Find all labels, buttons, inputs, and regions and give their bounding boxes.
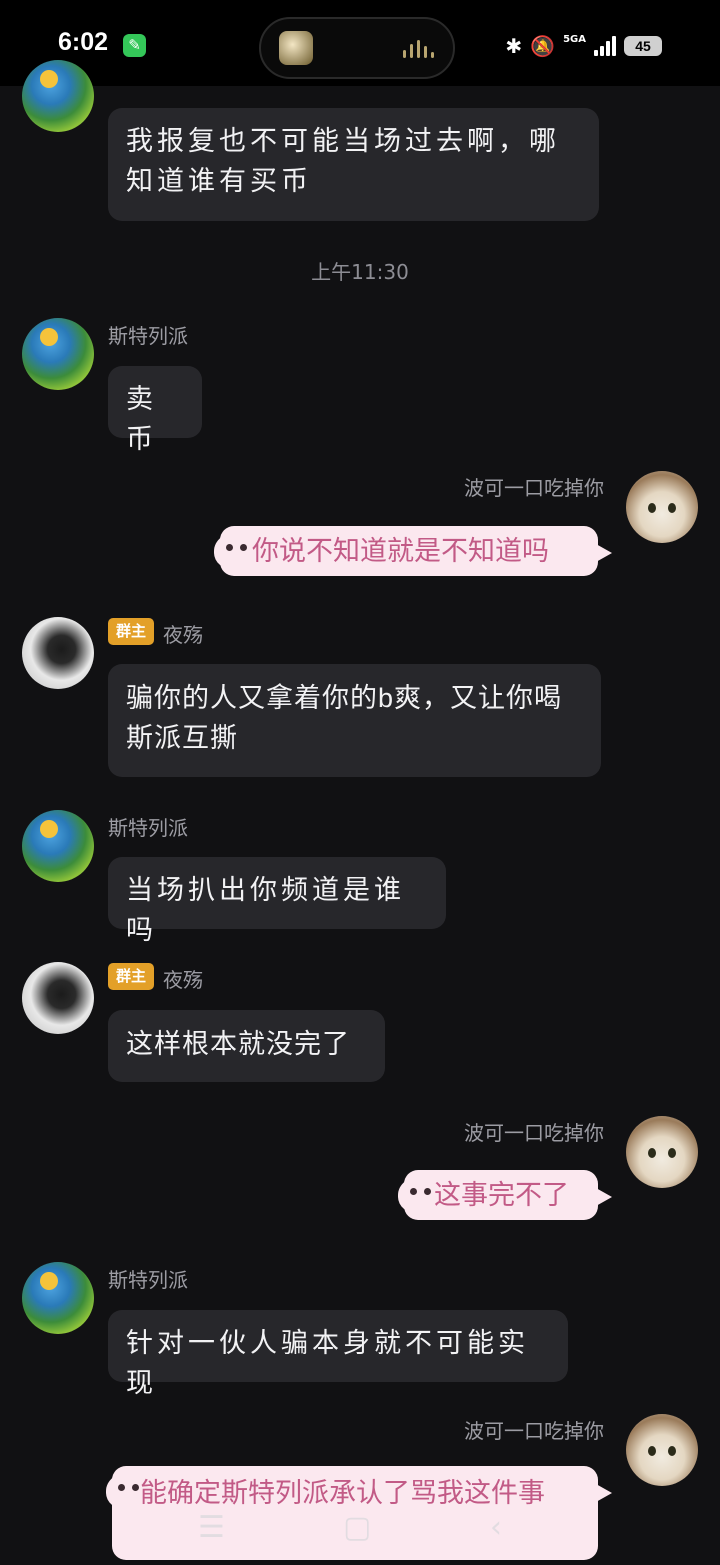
network-type: 5GA (563, 33, 586, 45)
message-bubble[interactable]: 这样根本就没完了 (108, 1010, 385, 1082)
signal-icon (594, 36, 616, 56)
timestamp: 上午11:30 (311, 260, 409, 284)
avatar[interactable] (22, 318, 94, 390)
sender-name: 斯特列派 (108, 816, 188, 840)
media-thumbnail (279, 31, 313, 65)
avatar[interactable] (22, 617, 94, 689)
sender-name: 波可一口吃掉你 (464, 1419, 604, 1443)
message-bubble[interactable]: 我报复也不可能当场过去啊，哪知道谁有买币 (108, 108, 599, 221)
message-bubble[interactable]: 当场扒出你频道是谁吗 (108, 857, 446, 946)
avatar[interactable] (22, 962, 94, 1034)
message-bubble[interactable]: 针对一伙人骗本身就不可能实现 (108, 1310, 568, 1399)
avatar[interactable] (626, 471, 698, 543)
wrench-app-icon: ✎ (123, 34, 146, 57)
sender-name: 夜殇 (163, 968, 203, 992)
clock: 6:02 (58, 28, 109, 56)
navigation-bar: ☰ ▢ ‹ (0, 1490, 720, 1565)
message-bubble[interactable]: 卖币 (108, 366, 202, 455)
avatar[interactable] (22, 60, 94, 132)
message-text: 你说不知道就是不知道吗 (252, 536, 549, 566)
battery-icon: 45 (624, 36, 662, 56)
message-bubble-self[interactable]: 你说不知道就是不知道吗 (214, 526, 612, 576)
avatar[interactable] (22, 810, 94, 882)
avatar[interactable] (22, 1262, 94, 1334)
message-bubble[interactable]: 骗你的人又拿着你的b爽，又让你喝斯派互撕 (108, 664, 601, 777)
sender-name: 斯特列派 (108, 324, 188, 348)
sender-name: 波可一口吃掉你 (464, 476, 604, 500)
owner-badge: 群主 (108, 618, 154, 645)
sender-name: 斯特列派 (108, 1268, 188, 1292)
mute-icon: 🔕 (530, 34, 556, 58)
owner-badge: 群主 (108, 963, 154, 990)
avatar[interactable] (626, 1116, 698, 1188)
avatar[interactable] (626, 1414, 698, 1486)
sender-name: 夜殇 (163, 623, 203, 647)
sender-name: 波可一口吃掉你 (464, 1121, 604, 1145)
message-text: 这事完不了 (434, 1180, 569, 1210)
back-icon[interactable]: ‹ (490, 1510, 502, 1545)
bluetooth-icon: ✱ (505, 34, 523, 58)
home-icon[interactable]: ▢ (343, 1510, 371, 1545)
menu-icon[interactable]: ☰ (198, 1510, 225, 1545)
status-bar: 6:02 ✎ ✱ 🔕 5GA 45 (0, 0, 720, 86)
dynamic-island[interactable] (259, 17, 455, 79)
message-bubble-self[interactable]: 这事完不了 (398, 1170, 612, 1220)
status-icons: ✱ 🔕 5GA 45 (505, 32, 662, 60)
audio-wave-icon (403, 40, 437, 58)
